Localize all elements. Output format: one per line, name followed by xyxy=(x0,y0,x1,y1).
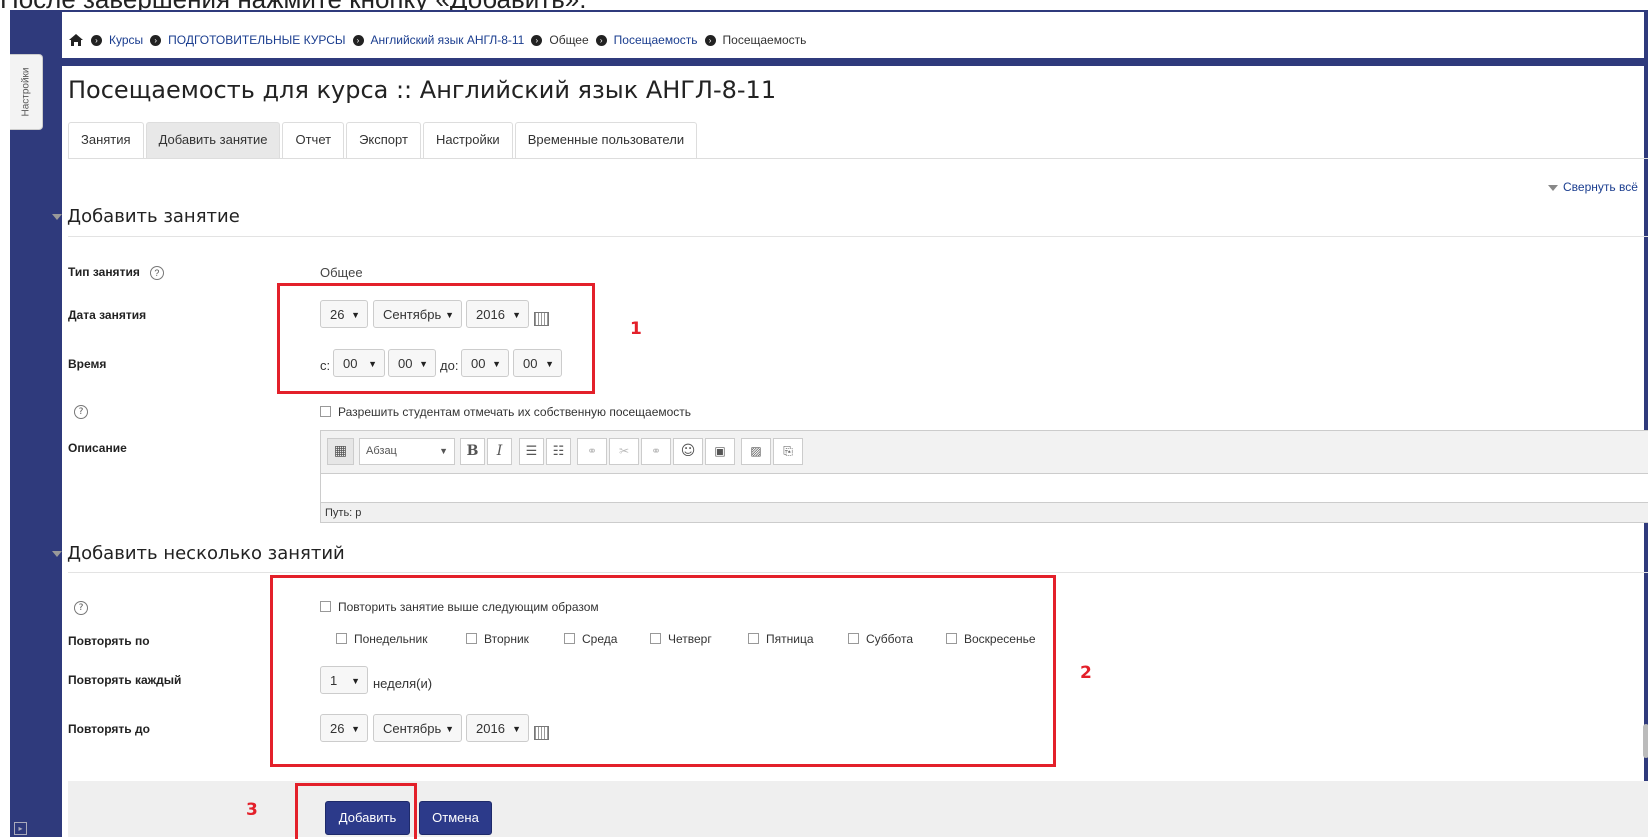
section-collapse-icon[interactable] xyxy=(52,551,62,557)
top-caption: После завершения нажмите кнопку «Добавит… xyxy=(0,0,1648,10)
self-mark-label: Разрешить студентам отмечать их собствен… xyxy=(338,405,692,419)
image-icon[interactable]: ▨ xyxy=(741,438,771,465)
dropdown-arrow-icon: ▼ xyxy=(439,446,448,456)
header-divider-bar xyxy=(62,58,1648,66)
tab-settings[interactable]: Настройки xyxy=(422,122,513,159)
session-type-label: Тип занятия? xyxy=(68,265,164,280)
self-mark-checkbox[interactable] xyxy=(320,406,331,418)
collapse-all-label: Свернуть всё xyxy=(1563,180,1638,194)
link-icon[interactable]: ⚭ xyxy=(577,438,607,465)
section-divider xyxy=(68,572,1648,573)
breadcrumb-current: Посещаемость xyxy=(722,33,807,47)
chevron-right-icon: › xyxy=(91,34,102,46)
chevron-right-icon: › xyxy=(704,34,716,46)
bold-icon[interactable]: B xyxy=(460,438,485,465)
paragraph-format-select[interactable]: Абзац ▼ xyxy=(359,438,455,465)
cancel-button[interactable]: Отмена xyxy=(419,801,492,835)
italic-icon[interactable]: I xyxy=(487,438,512,465)
chevron-right-icon: › xyxy=(531,34,543,46)
left-drawer-strip xyxy=(10,10,62,837)
unlink-icon[interactable]: ✂ xyxy=(609,438,639,465)
tab-export[interactable]: Экспорт xyxy=(346,122,421,159)
help-icon[interactable]: ? xyxy=(149,265,164,280)
home-icon[interactable] xyxy=(68,33,84,47)
annotation-box-3 xyxy=(295,783,417,839)
top-frame-strip xyxy=(62,10,1648,12)
tab-underline xyxy=(68,158,1648,159)
tab-bar: Занятия Добавить занятие Отчет Экспорт Н… xyxy=(68,122,699,159)
page-title: Посещаемость для курса :: Английский язы… xyxy=(68,76,777,104)
editor-toolbar: ▦ Абзац ▼ B I ☰ ☷ ⚭ ✂ ⚭ ☺ ▣ ▨ ⎘ xyxy=(321,431,1648,474)
description-textarea[interactable] xyxy=(321,474,1648,502)
tab-add-session[interactable]: Добавить занятие xyxy=(145,122,281,159)
dock-toggle-icon[interactable]: ▸ xyxy=(14,822,27,835)
annotation-box-1 xyxy=(277,283,595,394)
description-label: Описание xyxy=(68,441,127,455)
annotation-number-3: 3 xyxy=(246,800,258,820)
section-add-session-title[interactable]: Добавить занятие xyxy=(67,206,240,227)
triangle-down-icon xyxy=(1548,184,1558,191)
annotation-number-1: 1 xyxy=(630,319,642,339)
breadcrumb-prep-courses[interactable]: ПОДГОТОВИТЕЛЬНЫЕ КУРСЫ xyxy=(168,33,345,47)
right-frame-strip xyxy=(1644,10,1648,837)
toolbar-toggle-icon[interactable]: ▦ xyxy=(327,438,354,465)
annotation-box-2 xyxy=(270,575,1056,767)
settings-block-tab[interactable]: Настройки xyxy=(10,54,43,130)
annotation-number-2: 2 xyxy=(1080,663,1092,683)
section-divider xyxy=(68,236,1648,237)
help-icon[interactable]: ? xyxy=(74,601,88,615)
chevron-right-icon: › xyxy=(352,34,364,46)
tab-report[interactable]: Отчет xyxy=(282,122,345,159)
time-label: Время xyxy=(68,357,107,371)
session-date-label: Дата занятия xyxy=(68,308,147,322)
section-multi-sessions-title[interactable]: Добавить несколько занятий xyxy=(67,543,345,564)
self-mark-checkbox-row[interactable]: Разрешить студентам отмечать их собствен… xyxy=(320,405,691,419)
breadcrumb-course[interactable]: Английский язык АНГЛ-8-11 xyxy=(371,33,525,47)
session-type-value: Общее xyxy=(320,265,363,280)
editor-path: Путь: p xyxy=(321,502,1648,522)
emoticon-icon[interactable]: ☺ xyxy=(673,438,703,465)
scrollbar-thumb[interactable] xyxy=(1643,724,1648,758)
breadcrumb-general[interactable]: Общее xyxy=(549,33,588,47)
anchor-icon[interactable]: ⚭ xyxy=(641,438,671,465)
section-collapse-icon[interactable] xyxy=(52,214,62,220)
breadcrumb-courses[interactable]: Курсы xyxy=(109,33,143,47)
bullet-list-icon[interactable]: ☰ xyxy=(519,438,544,465)
settings-tab-label: Настройки xyxy=(20,67,32,117)
tab-sessions[interactable]: Занятия xyxy=(68,122,144,159)
tab-temp-users[interactable]: Временные пользователи xyxy=(514,122,698,159)
collapse-all-link[interactable]: Свернуть всё xyxy=(1548,180,1638,194)
breadcrumb-attendance[interactable]: Посещаемость xyxy=(614,33,698,47)
numbered-list-icon[interactable]: ☷ xyxy=(546,438,571,465)
repeat-every-label: Повторять каждый xyxy=(68,673,182,687)
repeat-on-label: Повторять по xyxy=(68,634,150,648)
chevron-right-icon: › xyxy=(595,34,607,46)
breadcrumb: › Курсы › ПОДГОТОВИТЕЛЬНЫЕ КУРСЫ › Англи… xyxy=(68,30,806,50)
chevron-right-icon: › xyxy=(150,34,162,46)
repeat-until-label: Повторять до xyxy=(68,722,150,736)
description-editor: ▦ Абзац ▼ B I ☰ ☷ ⚭ ✂ ⚭ ☺ ▣ ▨ ⎘ Путь: p xyxy=(320,430,1648,523)
help-icon[interactable]: ? xyxy=(74,405,88,419)
media-icon[interactable]: ▣ xyxy=(705,438,735,465)
paste-icon[interactable]: ⎘ xyxy=(773,438,803,465)
